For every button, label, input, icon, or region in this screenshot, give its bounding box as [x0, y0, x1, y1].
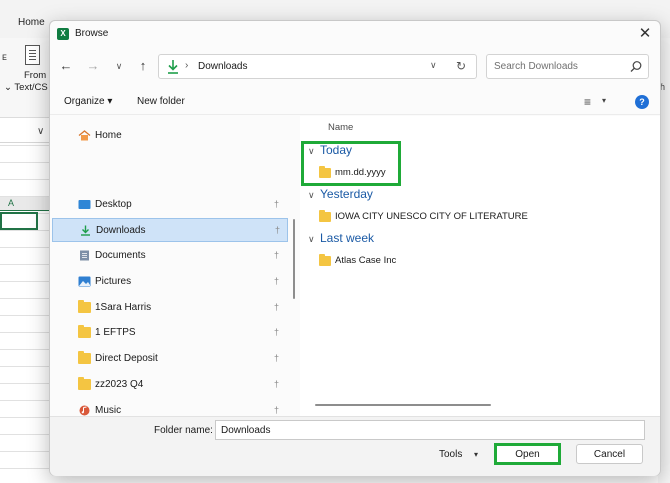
breadcrumb-separator-icon: › — [185, 60, 189, 71]
group-header-last-week[interactable]: ∨ Last week — [308, 231, 374, 245]
folder-name-input[interactable] — [215, 420, 645, 440]
nav-item-label: Desktop — [95, 199, 132, 210]
file-name: Atlas Case Inc — [335, 255, 397, 266]
folder-icon — [78, 351, 91, 364]
nav-item-label: Music — [95, 405, 122, 416]
help-icon[interactable]: ? — [635, 95, 649, 109]
cancel-button[interactable]: Cancel — [576, 444, 643, 464]
excel-ribbon-stub: ᴇ — [2, 52, 7, 63]
up-button[interactable]: ↑ — [134, 57, 152, 75]
excel-home-tab[interactable]: Home — [18, 17, 45, 28]
list-item-iowa-city[interactable]: IOWA CITY UNESCO CITY OF LITERATURE — [319, 209, 529, 227]
view-chevron-icon[interactable]: ▾ — [602, 96, 606, 105]
from-text-label[interactable]: From — [24, 70, 46, 81]
pin-icon[interactable]: † — [274, 302, 279, 312]
nav-item-label: zz2023 Q4 — [95, 379, 144, 390]
group-header-yesterday[interactable]: ∨ Yesterday — [308, 187, 373, 201]
nav-item-label: Direct Deposit — [95, 353, 158, 364]
pin-icon[interactable]: † — [274, 250, 279, 260]
list-item-atlas-case-inc[interactable]: Atlas Case Inc — [319, 253, 409, 271]
nav-item-label: Downloads — [96, 225, 146, 236]
dialog-titlebar[interactable]: X Browse ✕ — [50, 21, 660, 47]
nav-pane-scrollbar[interactable] — [293, 219, 295, 299]
nav-item-music[interactable]: Music † — [52, 399, 288, 416]
desktop-icon — [78, 200, 91, 209]
horizontal-scrollbar[interactable] — [315, 404, 491, 406]
address-bar[interactable]: › Downloads ∨ ↻ — [158, 54, 477, 79]
excel-selected-cell[interactable] — [0, 212, 38, 230]
folder-icon — [78, 300, 91, 313]
collapse-chevron-icon[interactable]: ∨ — [308, 234, 320, 245]
folder-name-label: Folder name: — [154, 425, 213, 436]
from-text-icon[interactable] — [25, 45, 40, 65]
refresh-icon[interactable]: ↻ — [456, 59, 466, 73]
group-label: Yesterday — [320, 187, 373, 201]
nav-item-pictures[interactable]: Pictures † — [52, 270, 288, 294]
nav-item-direct-deposit[interactable]: Direct Deposit † — [52, 347, 288, 371]
address-dropdown-icon[interactable]: ∨ — [430, 60, 437, 71]
nav-item-documents[interactable]: Documents † — [52, 244, 288, 268]
pin-icon[interactable]: † — [275, 225, 280, 235]
close-button[interactable]: ✕ — [634, 23, 656, 45]
file-name: IOWA CITY UNESCO CITY OF LITERATURE — [335, 211, 528, 222]
organize-button[interactable]: Organize ▾ — [64, 96, 112, 107]
excel-grid[interactable] — [0, 145, 50, 483]
nav-item-home[interactable]: Home — [52, 124, 288, 148]
nav-item-1-eftps[interactable]: 1 EFTPS † — [52, 321, 288, 345]
nav-item-label: 1 EFTPS — [95, 327, 136, 338]
new-folder-button[interactable]: New folder — [137, 96, 185, 107]
home-icon — [78, 130, 91, 141]
tools-button[interactable]: Tools — [439, 449, 462, 460]
dialog-title: Browse — [75, 28, 109, 39]
pin-icon[interactable]: † — [274, 327, 279, 337]
nav-item-desktop[interactable]: Desktop † — [52, 193, 288, 217]
navigation-pane[interactable]: Home Desktop † Downloads † Documents † P… — [50, 116, 296, 416]
text-csv-label[interactable]: ⌄ Text/CS — [4, 82, 48, 93]
pin-icon[interactable]: † — [274, 405, 279, 415]
nav-item-downloads[interactable]: Downloads † — [52, 218, 288, 242]
documents-icon — [80, 250, 89, 261]
search-input[interactable]: Search Downloads — [494, 61, 578, 72]
nav-item-1sara-harris[interactable]: 1Sara Harris † — [52, 296, 288, 320]
command-bar: Organize ▾ New folder ≡ ▾ ? — [50, 89, 660, 115]
dialog-footer: Folder name: Tools ▾ Open Cancel — [50, 416, 660, 476]
recent-locations-button[interactable]: ∨ — [110, 57, 128, 75]
search-box[interactable]: Search Downloads — [486, 54, 649, 79]
pin-icon[interactable]: † — [274, 199, 279, 209]
browse-dialog: X Browse ✕ ← → ∨ ↑ › Downloads ∨ ↻ Searc… — [49, 20, 661, 476]
folder-icon — [78, 325, 91, 338]
excel-app-icon: X — [57, 28, 69, 40]
open-button[interactable]: Open — [494, 443, 561, 465]
back-button[interactable]: ← — [57, 57, 75, 75]
navigation-bar: ← → ∨ ↑ › Downloads ∨ ↻ Search Downloads — [50, 51, 660, 83]
column-header-name[interactable]: Name — [328, 122, 353, 133]
tools-chevron-icon[interactable]: ▾ — [474, 450, 478, 459]
folder-icon — [319, 254, 331, 266]
folder-icon — [319, 210, 331, 222]
pin-icon[interactable]: † — [274, 353, 279, 363]
excel-column-a[interactable]: A — [8, 198, 14, 208]
forward-button[interactable]: → — [84, 57, 102, 75]
nav-item-label: Pictures — [95, 276, 132, 287]
pin-icon[interactable]: † — [274, 276, 279, 286]
name-box-chevron-icon[interactable]: ∨ — [37, 126, 44, 137]
download-icon — [81, 225, 90, 236]
folder-icon — [78, 377, 91, 390]
breadcrumb-downloads[interactable]: Downloads — [198, 61, 247, 72]
pictures-icon — [78, 276, 91, 287]
nav-item-label: Home — [95, 130, 122, 141]
pin-icon[interactable]: † — [274, 379, 279, 389]
today-highlight-box — [301, 141, 401, 186]
group-label: Last week — [320, 231, 375, 245]
download-icon — [168, 60, 178, 74]
file-list[interactable]: Name ∨ Today mm.dd.yyyy ∨ Yesterday IOWA C… — [300, 116, 660, 416]
collapse-chevron-icon[interactable]: ∨ — [308, 190, 320, 201]
search-icon[interactable] — [629, 60, 643, 74]
view-options-icon[interactable]: ≡ — [584, 95, 591, 109]
nav-item-label: Documents — [95, 250, 146, 261]
nav-item-zz2023-q4[interactable]: zz2023 Q4 † — [52, 373, 288, 397]
nav-item-label: 1Sara Harris — [95, 302, 152, 313]
music-icon — [79, 405, 90, 416]
